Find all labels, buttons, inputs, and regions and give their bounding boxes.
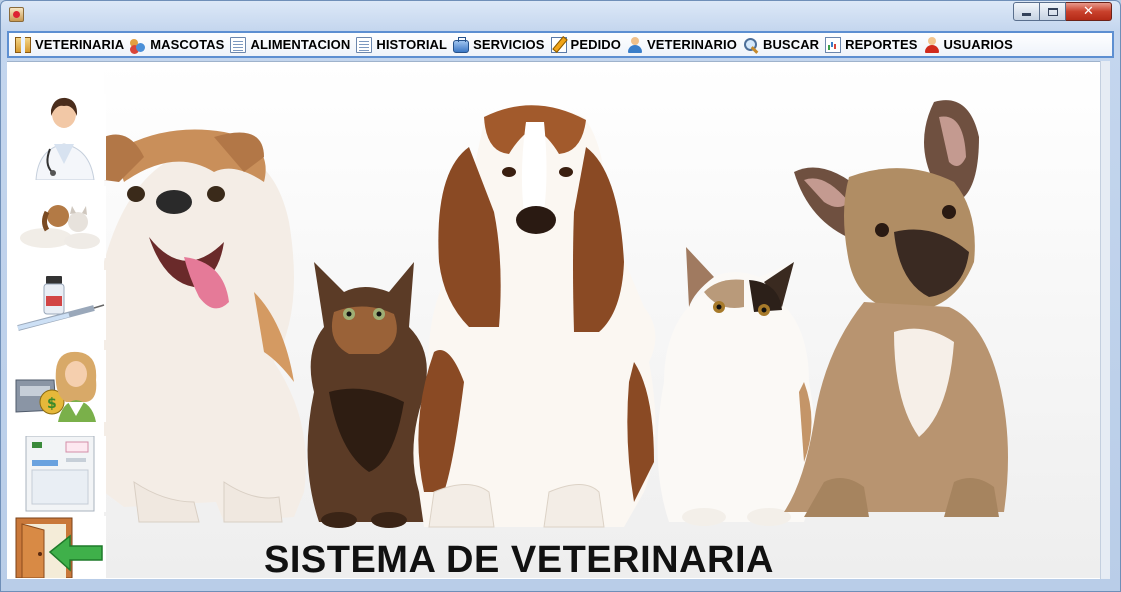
- menu-label: VETERINARIA: [35, 37, 125, 52]
- report-icon: [825, 36, 842, 53]
- search-icon: [743, 37, 759, 53]
- menu-bar: VETERINARIA MASCOTAS ALIMENTACION HISTOR…: [7, 31, 1114, 58]
- maximize-icon: [1047, 7, 1058, 16]
- close-button[interactable]: ✕: [1066, 2, 1112, 21]
- menu-label: PEDIDO: [570, 37, 621, 52]
- sidebar-button-vaccines[interactable]: [14, 270, 106, 340]
- sidebar-button-cashier[interactable]: $: [14, 350, 106, 422]
- doctor-icon: [35, 97, 95, 180]
- menu-alimentacion[interactable]: ALIMENTACION: [228, 33, 354, 56]
- briefcase-icon: [453, 37, 470, 53]
- menu-label: USUARIOS: [943, 37, 1013, 52]
- box-icon: [15, 36, 31, 53]
- menu-label: BUSCAR: [762, 37, 820, 52]
- menu-servicios[interactable]: SERVICIOS: [451, 33, 548, 56]
- document-icon: [230, 36, 247, 53]
- sidebar-button-exit[interactable]: [14, 516, 106, 578]
- menu-reportes[interactable]: REPORTES: [823, 33, 921, 56]
- close-icon: ✕: [1083, 4, 1094, 19]
- menu-historial[interactable]: HISTORIAL: [354, 33, 451, 56]
- person-icon: [627, 36, 643, 53]
- menu-mascotas[interactable]: MASCOTAS: [128, 33, 228, 56]
- menu-label: ALIMENTACION: [250, 37, 351, 52]
- menu-veterinario[interactable]: VETERINARIO: [625, 33, 741, 56]
- menu-pedido[interactable]: PEDIDO: [549, 33, 625, 56]
- pane-edge: [1100, 61, 1110, 579]
- menu-label: SERVICIOS: [473, 37, 545, 52]
- exit-door-icon: [15, 517, 103, 578]
- form-icon: [25, 436, 95, 512]
- vaccine-icon: [17, 276, 105, 331]
- menu-label: HISTORIAL: [376, 37, 448, 52]
- menu-veterinaria[interactable]: VETERINARIA: [13, 33, 128, 56]
- system-title: SISTEMA DE VETERINARIA: [264, 539, 774, 581]
- menu-label: VETERINARIO: [647, 37, 737, 52]
- sidebar-button-pets[interactable]: [14, 186, 106, 258]
- window-controls: ✕: [1013, 2, 1112, 21]
- sidebar-button-veterinarian[interactable]: [14, 94, 106, 180]
- edit-icon: [550, 36, 567, 53]
- dogs-and-cats-photo: [104, 62, 1100, 578]
- svg-text:$: $: [47, 396, 57, 412]
- document-icon: [356, 36, 373, 53]
- minimize-icon: [1022, 13, 1031, 16]
- minimize-button[interactable]: [1013, 2, 1040, 21]
- people-icon: [130, 37, 146, 53]
- menu-label: MASCOTAS: [150, 37, 225, 52]
- java-app-icon[interactable]: [9, 7, 24, 22]
- title-bar[interactable]: ✕: [1, 1, 1120, 29]
- pets-icon: [20, 205, 100, 249]
- maximize-button[interactable]: [1040, 2, 1066, 21]
- cashier-icon: $: [15, 351, 97, 422]
- menu-buscar[interactable]: BUSCAR: [741, 33, 823, 56]
- bulldog-illustration: [104, 129, 306, 523]
- sidebar-button-form[interactable]: [14, 436, 106, 512]
- menu-usuarios[interactable]: USUARIOS: [922, 33, 1017, 56]
- user-icon: [924, 36, 940, 53]
- menu-label: REPORTES: [845, 37, 918, 52]
